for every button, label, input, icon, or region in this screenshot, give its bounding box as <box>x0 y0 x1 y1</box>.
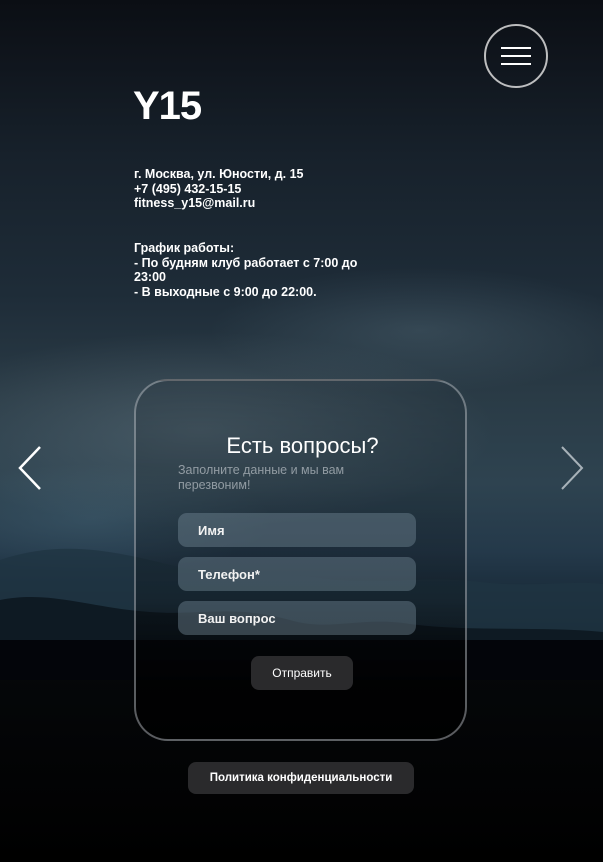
name-field[interactable] <box>178 513 416 547</box>
phone-text: +7 (495) 432-15-15 <box>134 181 242 196</box>
form-title: Есть вопросы? <box>226 433 379 458</box>
menu-button[interactable] <box>484 24 548 88</box>
callback-form: Есть вопросы? Заполните данные и мы вам … <box>134 379 467 741</box>
email-text: fitness_y15@mail.ru <box>134 196 256 211</box>
phone-field[interactable] <box>178 557 416 591</box>
logo: Y15 <box>133 84 202 128</box>
form-subtitle: Заполните данные и мы вам перезвоним! <box>178 463 345 492</box>
address-text: г. Москва, ул. Юности, д. 15 <box>134 167 304 181</box>
contacts-block: г. Москва, ул. Юности, д. 15 +7 (495) 43… <box>134 167 303 211</box>
privacy-policy-button[interactable]: Политика конфиденциальности <box>188 762 414 794</box>
schedule-title: График работы: <box>134 241 235 255</box>
schedule-weekdays: - По будням клуб работает с 7:00 до 23:0… <box>134 255 361 285</box>
schedule-weekends: - В выходные с 9:00 до 22:00. <box>134 284 317 299</box>
submit-button[interactable]: Отправить <box>251 656 353 690</box>
hamburger-menu-icon <box>501 44 531 68</box>
chevron-right-icon[interactable] <box>556 444 586 492</box>
question-field[interactable] <box>178 601 416 635</box>
chevron-left-icon[interactable] <box>16 444 46 492</box>
schedule-block: График работы: - По будням клуб работает… <box>134 241 374 299</box>
